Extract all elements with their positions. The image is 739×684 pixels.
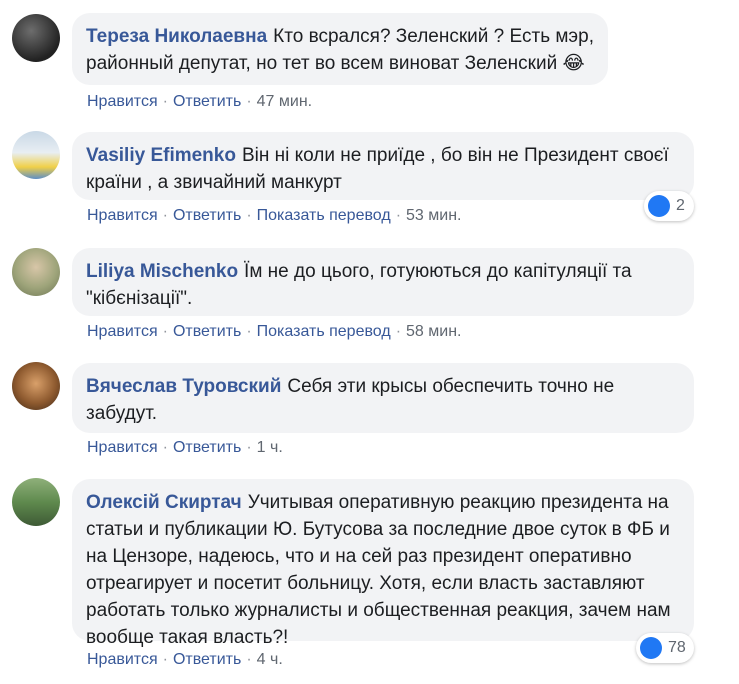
reply-link[interactable]: Ответить xyxy=(173,93,241,110)
timestamp[interactable]: 47 мин. xyxy=(257,93,312,110)
reactions-badge[interactable]: 2 xyxy=(644,191,694,221)
comment-actions: Нравится · Ответить · 47 мин. xyxy=(87,93,313,110)
comment-bubble: Олексій Скиртач Учитывая оперативную реак… xyxy=(72,479,694,648)
comment-author[interactable]: Вячеслав Туровский xyxy=(86,376,281,397)
reply-link[interactable]: Ответить xyxy=(173,207,241,224)
comment-bubble: Вячеслав Туровский Себя эти крысы обеспеч… xyxy=(72,363,694,433)
comment-bubble: Тереза Николаевна Кто всрался? Зеленский … xyxy=(72,13,608,85)
like-link[interactable]: Нравится xyxy=(87,207,158,224)
comment-text: Учитывая оперативную реакцию президента … xyxy=(86,492,671,648)
avatar[interactable] xyxy=(12,14,60,62)
avatar[interactable] xyxy=(12,362,60,410)
comment-author[interactable]: Vasiliy Efimenko xyxy=(86,145,236,166)
translate-link[interactable]: Показать перевод xyxy=(257,323,391,340)
avatar[interactable] xyxy=(12,131,60,179)
comment-actions: Нравится · Ответить · 4 ч. xyxy=(87,651,283,668)
like-link[interactable]: Нравится xyxy=(87,93,158,110)
reaction-count: 2 xyxy=(676,197,685,214)
comment-author[interactable]: Тереза Николаевна xyxy=(86,26,267,47)
comment-actions: Нравится · Ответить · 1 ч. xyxy=(87,439,283,456)
comment-bubble: Vasiliy Efimenko Він ні коли не приїде , … xyxy=(72,132,694,200)
comment-actions: Нравится · Ответить · Показать перевод · 58 ми… xyxy=(87,323,462,340)
comment-author[interactable]: Liliya Mischenko xyxy=(86,261,238,282)
reply-link[interactable]: Ответить xyxy=(173,323,241,340)
comment-actions: Нравится · Ответить · Показать перевод · 53 ми… xyxy=(87,207,462,224)
timestamp[interactable]: 4 ч. xyxy=(257,651,283,668)
reaction-count: 78 xyxy=(668,639,686,656)
timestamp[interactable]: 58 мин. xyxy=(406,323,461,340)
timestamp[interactable]: 53 мин. xyxy=(406,207,461,224)
comment-bubble: Liliya Mischenko Їм не до цього, готуюють… xyxy=(72,248,694,316)
avatar[interactable] xyxy=(12,248,60,296)
avatar[interactable] xyxy=(12,478,60,526)
like-link[interactable]: Нравится xyxy=(87,439,158,456)
translate-link[interactable]: Показать перевод xyxy=(257,207,391,224)
reply-link[interactable]: Ответить xyxy=(173,651,241,668)
comment-author[interactable]: Олексій Скиртач xyxy=(86,492,242,513)
reply-link[interactable]: Ответить xyxy=(173,439,241,456)
like-icon xyxy=(640,637,662,659)
timestamp[interactable]: 1 ч. xyxy=(257,439,283,456)
like-icon xyxy=(648,195,670,217)
reactions-badge[interactable]: 78 xyxy=(636,633,694,663)
like-link[interactable]: Нравится xyxy=(87,651,158,668)
like-link[interactable]: Нравится xyxy=(87,323,158,340)
